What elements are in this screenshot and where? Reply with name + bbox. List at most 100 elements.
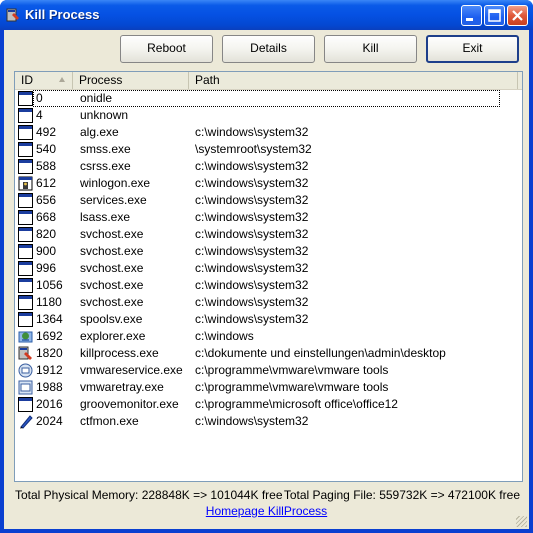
window-icon <box>18 193 33 208</box>
resize-grip[interactable] <box>516 516 527 527</box>
process-name: groovemonitor.exe <box>80 397 179 411</box>
column-id-label: ID <box>21 73 33 87</box>
process-row[interactable]: 1364 spoolsv.exe c:\windows\system32 <box>15 311 522 328</box>
process-row[interactable]: 612 winlogon.exe c:\windows\system32 <box>15 175 522 192</box>
process-row[interactable]: 820 svchost.exe c:\windows\system32 <box>15 226 522 243</box>
window-icon <box>18 227 33 242</box>
window-icon <box>18 210 33 225</box>
process-row[interactable]: 900 svchost.exe c:\windows\system32 <box>15 243 522 260</box>
process-name: svchost.exe <box>80 261 144 275</box>
process-id: 656 <box>36 193 57 207</box>
vmware-tray-icon <box>18 380 33 395</box>
process-name: svchost.exe <box>80 278 144 292</box>
column-path-label: Path <box>195 73 220 87</box>
process-id: 492 <box>36 125 57 139</box>
process-list[interactable]: ID Process Path 0 onidle 4 unknown 492 alg.ex… <box>14 71 523 482</box>
list-rows: 0 onidle 4 unknown 492 alg.exe c:\windows\syst… <box>15 90 522 430</box>
process-id: 1820 <box>36 346 63 360</box>
minimize-icon <box>466 18 473 21</box>
details-button[interactable]: Details <box>222 35 315 63</box>
column-header-process[interactable]: Process <box>73 72 189 89</box>
process-path: c:\programme\microsoft office\office12 <box>195 397 398 411</box>
process-row[interactable]: 668 lsass.exe c:\windows\system32 <box>15 209 522 226</box>
process-path: c:\windows\system32 <box>195 414 309 428</box>
close-button[interactable] <box>507 5 528 26</box>
process-name: alg.exe <box>80 125 119 139</box>
process-path: c:\windows <box>195 329 254 343</box>
ctfmon-icon <box>18 414 33 429</box>
process-id: 1988 <box>36 380 63 394</box>
column-process-label: Process <box>79 73 123 87</box>
exit-button[interactable]: Exit <box>426 35 519 63</box>
maximize-button[interactable] <box>484 5 505 26</box>
process-name: lsass.exe <box>80 210 131 224</box>
process-path: c:\windows\system32 <box>195 125 309 139</box>
process-name: winlogon.exe <box>80 176 151 190</box>
window-icon <box>18 108 33 123</box>
process-path: c:\programme\vmware\vmware tools <box>195 380 389 394</box>
process-name: spoolsv.exe <box>80 312 143 326</box>
process-row[interactable]: 1988 vmwaretray.exe c:\programme\vmware\vm… <box>15 379 522 396</box>
process-path: c:\windows\system32 <box>195 295 309 309</box>
window-icon <box>18 142 33 157</box>
process-id: 1912 <box>36 363 63 377</box>
process-id: 820 <box>36 227 57 241</box>
process-path: c:\windows\system32 <box>195 261 309 275</box>
title-bar[interactable]: Kill Process <box>0 0 533 30</box>
process-path: c:\windows\system32 <box>195 278 309 292</box>
reboot-button[interactable]: Reboot <box>120 35 213 63</box>
process-row[interactable]: 1692 explorer.exe c:\windows <box>15 328 522 345</box>
process-id: 1692 <box>36 329 63 343</box>
process-path: c:\dokumente und einstellungen\admin\des… <box>195 346 446 360</box>
process-id: 2016 <box>36 397 63 411</box>
close-icon <box>512 10 523 21</box>
process-id: 900 <box>36 244 57 258</box>
process-row[interactable]: 1180 svchost.exe c:\windows\system32 <box>15 294 522 311</box>
process-row[interactable]: 1912 vmwareservice.exe c:\programme\vmware… <box>15 362 522 379</box>
process-name: svchost.exe <box>80 227 144 241</box>
process-name: smss.exe <box>80 142 131 156</box>
process-row[interactable]: 4 unknown <box>15 107 522 124</box>
physical-memory-status: Total Physical Memory: 228848K => 101044… <box>15 488 283 502</box>
process-row[interactable]: 492 alg.exe c:\windows\system32 <box>15 124 522 141</box>
process-path: c:\programme\vmware\vmware tools <box>195 363 389 377</box>
process-name: services.exe <box>80 193 147 207</box>
process-path: c:\windows\system32 <box>195 193 309 207</box>
process-row[interactable]: 588 csrss.exe c:\windows\system32 <box>15 158 522 175</box>
process-id: 668 <box>36 210 57 224</box>
process-path: \systemroot\system32 <box>195 142 312 156</box>
process-name: svchost.exe <box>80 295 144 309</box>
process-name: csrss.exe <box>80 159 131 173</box>
winlogon-icon <box>18 176 33 191</box>
process-id: 540 <box>36 142 57 156</box>
process-row[interactable]: 996 svchost.exe c:\windows\system32 <box>15 260 522 277</box>
process-id: 1180 <box>36 295 62 309</box>
list-header: ID Process Path <box>15 72 522 90</box>
window-icon <box>18 278 33 293</box>
kill-button[interactable]: Kill <box>324 35 417 63</box>
process-row[interactable]: 0 onidle <box>15 90 522 107</box>
process-id: 4 <box>36 108 43 122</box>
process-row[interactable]: 1056 svchost.exe c:\windows\system32 <box>15 277 522 294</box>
process-row[interactable]: 2016 groovemonitor.exe c:\programme\micros… <box>15 396 522 413</box>
process-row[interactable]: 1820 killprocess.exe c:\dokumente und eins… <box>15 345 522 362</box>
process-path: c:\windows\system32 <box>195 210 309 224</box>
kill-label: Kill <box>362 41 379 55</box>
minimize-button[interactable] <box>461 5 482 26</box>
window-title: Kill Process <box>25 7 100 22</box>
homepage-link[interactable]: Homepage KillProcess <box>4 504 529 518</box>
paging-file-status: Total Paging File: 559732K => 472100K fr… <box>283 488 520 502</box>
reboot-label: Reboot <box>147 41 186 55</box>
column-header-id[interactable]: ID <box>15 72 73 89</box>
process-row[interactable]: 656 services.exe c:\windows\system32 <box>15 192 522 209</box>
window-icon <box>18 125 33 140</box>
window-icon <box>18 261 33 276</box>
client-area: Reboot Details Kill Exit ID Process Path… <box>4 30 529 529</box>
column-header-path[interactable]: Path <box>189 72 518 89</box>
process-row[interactable]: 540 smss.exe \systemroot\system32 <box>15 141 522 158</box>
process-row[interactable]: 2024 ctfmon.exe c:\windows\system32 <box>15 413 522 430</box>
focus-rectangle <box>33 90 500 107</box>
window-icon <box>18 295 33 310</box>
process-path: c:\windows\system32 <box>195 227 309 241</box>
process-name: explorer.exe <box>80 329 146 343</box>
